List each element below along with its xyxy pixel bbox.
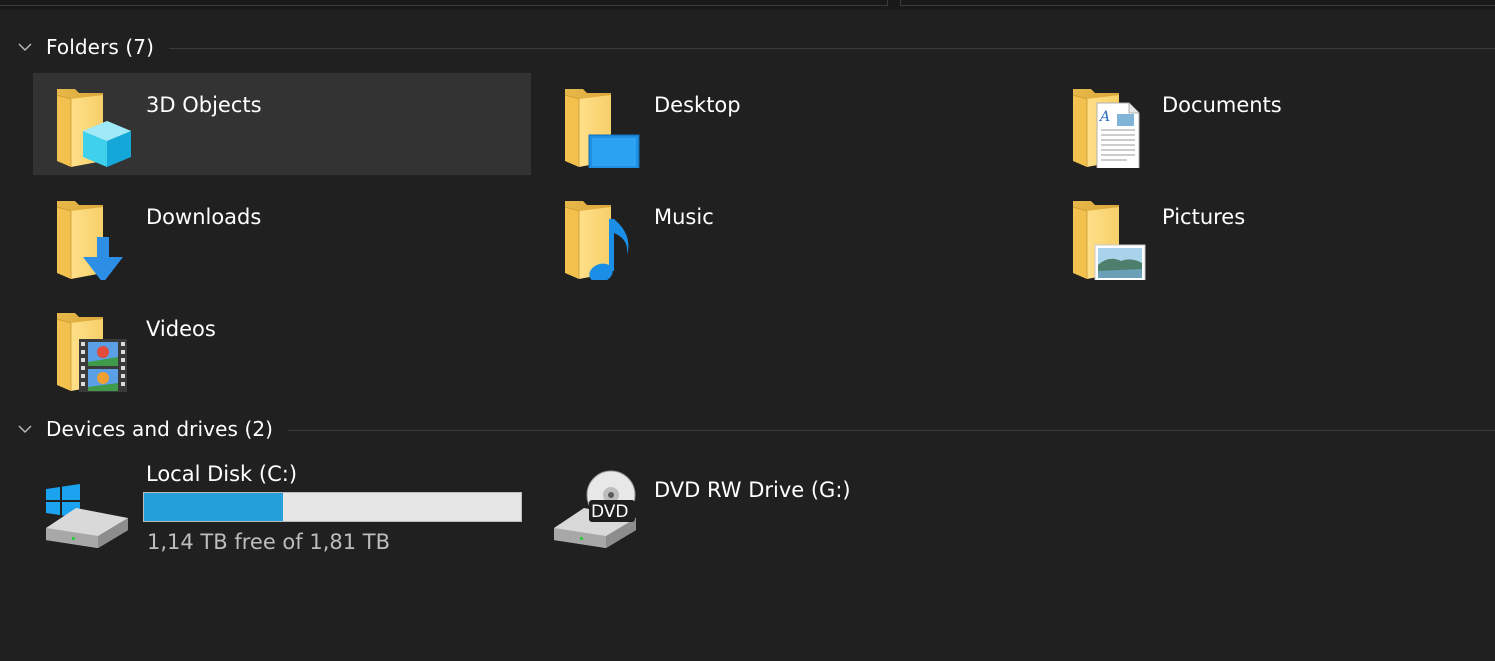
group-divider (169, 47, 1495, 49)
chevron-down-icon[interactable] (16, 420, 34, 438)
dvd-badge: DVD (591, 502, 629, 522)
drive-label: Local Disk (C:) (146, 462, 298, 486)
videos-folder-icon (53, 307, 127, 392)
folder-tile-documents[interactable]: A Documents (1049, 73, 1495, 175)
folder-label: 3D Objects (146, 93, 262, 117)
chevron-down-icon[interactable] (16, 38, 34, 56)
folder-label: Pictures (1162, 205, 1246, 229)
folder-tile-downloads[interactable]: Downloads (33, 185, 531, 287)
music-folder-icon (561, 195, 629, 280)
drive-free-space: 1,14 TB free of 1,81 TB (147, 530, 391, 554)
toolbar-strip (0, 0, 1495, 10)
pictures-folder-icon (1069, 195, 1146, 280)
folder-tile-3d-objects[interactable]: 3D Objects (33, 73, 531, 175)
desktop-folder-icon (561, 83, 640, 168)
devices-group-title: Devices and drives (2) (46, 417, 274, 441)
group-divider (288, 429, 1495, 431)
disk-usage-bar (143, 492, 522, 522)
folder-label: Desktop (654, 93, 741, 117)
windows-drive-icon (46, 484, 128, 548)
folder-label: Downloads (146, 205, 262, 229)
folder-tile-pictures[interactable]: Pictures (1049, 185, 1495, 287)
folders-group-title: Folders (7) (46, 35, 155, 59)
folder-tile-videos[interactable]: Videos (33, 297, 531, 399)
disk-usage-fill (144, 493, 284, 521)
devices-group-header[interactable]: Devices and drives (2) (16, 416, 1495, 442)
downloads-folder-icon (53, 195, 123, 280)
folder-tile-music[interactable]: Music (541, 185, 1039, 287)
folder-label: Videos (146, 317, 216, 341)
folder-tile-desktop[interactable]: Desktop (541, 73, 1039, 175)
svg-text:A: A (1098, 109, 1110, 125)
folder-label: Documents (1162, 93, 1282, 117)
address-bar-edge[interactable] (0, 0, 888, 6)
documents-folder-icon: A (1069, 83, 1140, 168)
drive-label: DVD RW Drive (G:) (654, 478, 851, 502)
search-box-edge[interactable] (900, 0, 1495, 6)
folders-group-header[interactable]: Folders (7) (16, 34, 1495, 60)
folder-label: Music (654, 205, 714, 229)
3d-objects-folder-icon (53, 83, 131, 168)
